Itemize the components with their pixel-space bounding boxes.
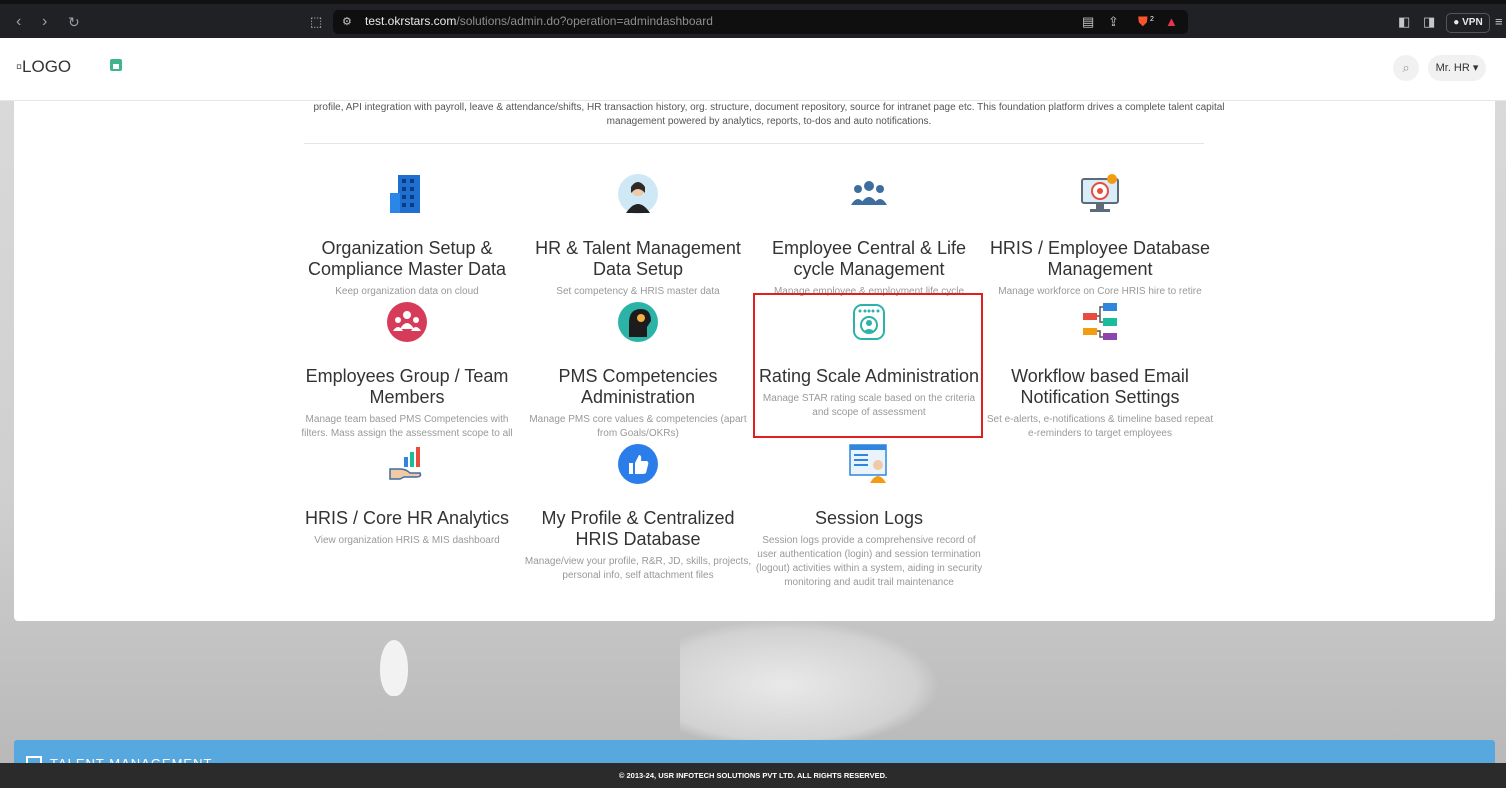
tile-title: HRIS / Employee Database Management [989,238,1211,279]
tile-description: Set e-alerts, e-notifications & timeline… [986,414,1214,439]
background-hand [680,620,940,750]
sidebar-icon[interactable]: ◧ [1398,14,1410,30]
tile-title: My Profile & Centralized HRIS Database [541,508,735,549]
shield-count: 2 [1150,16,1154,23]
team-icon [851,181,887,205]
tile-organization-setup[interactable]: Organization Setup & Compliance Master D… [292,173,522,299]
divider [304,143,1204,144]
bookmark-icon[interactable]: ⬚ [310,14,322,30]
intro-text: profile, API integration with payroll, l… [313,102,1225,127]
tile-title: Employee Central & Life cycle Management [771,238,967,279]
dashboard-card: profile, API integration with payroll, l… [14,101,1495,621]
tile-description: Set competency & HRIS master data [556,286,720,297]
logo[interactable]: ▫LOGO [16,57,71,77]
talent-management-bar[interactable]: TALENT MANAGEMENT [14,740,1495,764]
tile-description: Keep organization data on cloud [335,286,479,297]
analytics-hand-icon [389,447,422,480]
session-log-icon [849,444,887,483]
menu-icon[interactable]: ≡ [1495,14,1503,30]
highlight-box [753,293,983,438]
tile-hr-talent-setup[interactable]: HR & Talent Management Data Setup Set co… [523,173,753,299]
tile-title: HRIS / Core HR Analytics [304,508,510,528]
brave-shield-icon[interactable]: ⛊ [1138,14,1148,30]
monitor-target-icon [1081,174,1119,212]
tile-description: Manage workforce on Core HRIS hire to re… [998,286,1202,297]
tile-pms-competencies[interactable]: PMS Competencies Administration Manage P… [523,301,753,441]
share-icon[interactable]: ⇪ [1108,14,1119,30]
tile-title: HR & Talent Management Data Setup [535,238,741,279]
tile-description: Manage/view your profile, R&R, JD, skill… [524,556,752,581]
site-info-icon[interactable]: ⚙ [342,14,352,30]
workflow-icon [1083,303,1117,340]
user-menu-button[interactable]: Mr. HR ▾ [1428,55,1486,81]
reload-icon[interactable]: ↻ [68,14,80,31]
tile-title: Organization Setup & Compliance Master D… [307,238,507,279]
tile-hris-analytics[interactable]: HRIS / Core HR Analytics View organizati… [292,443,522,548]
tile-title: Employees Group / Team Members [305,366,509,407]
thumbs-up-icon [618,444,658,484]
back-icon[interactable]: ‹ [16,13,21,31]
hr-person-icon [618,174,658,214]
tile-description: Manage team based PMS Competencies with … [301,414,513,439]
tile-description: View organization HRIS & MIS dashboard [314,535,500,546]
tile-description: Session logs provide a comprehensive rec… [755,535,983,588]
app-header: ▫LOGO ⌕ Mr. HR ▾ [0,38,1506,101]
building-icon [390,175,420,213]
head-gears-icon [618,302,658,342]
tile-title: Workflow based Email Notification Settin… [1011,366,1189,407]
group-circle-icon [387,302,427,342]
browser-toolbar: ‹ › ↻ ⬚ ⚙ test.okrstars.com/solutions/ad… [0,0,1506,38]
apple-logo-icon [380,640,408,696]
tile-title: PMS Competencies Administration [558,366,718,407]
home-icon[interactable] [110,59,122,71]
search-icon[interactable]: ⌕ [1393,55,1419,81]
vpn-button[interactable]: ● VPN [1446,13,1490,33]
tile-workflow-email[interactable]: Workflow based Email Notification Settin… [985,301,1215,441]
tile-hris-database[interactable]: HRIS / Employee Database Management Mana… [985,173,1215,299]
footer: © 2013-24, USR INFOTECH SOLUTIONS PVT LT… [0,763,1506,788]
rewards-icon[interactable]: ▲ [1165,14,1178,30]
tile-session-logs[interactable]: Session Logs Session logs provide a comp… [754,443,984,590]
url-text[interactable]: test.okrstars.com/solutions/admin.do?ope… [365,14,713,28]
reader-icon[interactable]: ▤ [1082,14,1094,30]
wallet-icon[interactable]: ◨ [1423,14,1435,30]
tile-employees-group[interactable]: Employees Group / Team Members Manage te… [292,301,522,441]
tile-description: Manage PMS core values & competencies (a… [529,414,747,439]
tile-my-profile[interactable]: My Profile & Centralized HRIS Database M… [523,443,753,583]
tile-employee-central[interactable]: Employee Central & Life cycle Management… [754,173,984,299]
forward-icon[interactable]: › [42,13,47,31]
tile-title: Session Logs [814,508,924,528]
